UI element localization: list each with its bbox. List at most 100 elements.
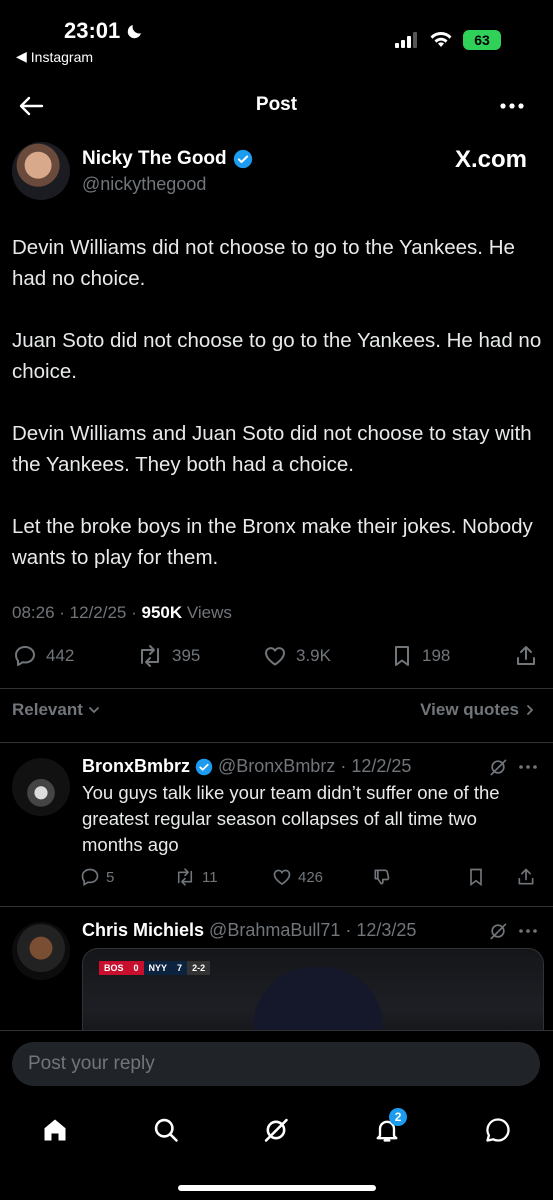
post-paragraph: Let the broke boys in the Bronx make the… (12, 515, 533, 569)
arrow-left-icon (19, 96, 44, 116)
grok-icon[interactable] (487, 757, 509, 777)
chevron-down-icon (88, 707, 99, 714)
nav-messages[interactable] (478, 1110, 518, 1150)
nav-notifications[interactable]: 2 (367, 1108, 408, 1150)
repost-button[interactable]: 395 (136, 644, 262, 668)
nav-home[interactable] (35, 1110, 75, 1150)
share-button[interactable] (514, 644, 538, 668)
back-button[interactable] (18, 94, 44, 118)
reply-date: 12/3/25 (356, 920, 417, 940)
view-count[interactable]: 950K (142, 603, 183, 622)
bookmark-icon (470, 868, 482, 887)
reply-icon (15, 646, 35, 666)
status-time: 23:01 (64, 18, 144, 44)
sort-dropdown[interactable]: Relevant (12, 700, 101, 720)
downvote-button[interactable] (372, 867, 466, 887)
back-triangle-icon: ◀ (16, 48, 27, 64)
more-horizontal-icon[interactable] (517, 921, 539, 941)
post-meta: 08:26 · 12/2/25 · 950K Views (12, 603, 232, 622)
post-actions: 442 395 3.9K 198 (12, 644, 542, 668)
moon-icon (128, 25, 142, 39)
views-label: Views (186, 603, 232, 622)
away-runs: 0 (128, 961, 144, 975)
post-time: 08:26 (12, 603, 55, 622)
share-button[interactable] (516, 867, 536, 887)
reply-handle[interactable]: @BronxBmbrz (218, 756, 335, 777)
reply-count: 442 (46, 646, 75, 665)
grok-icon (265, 1118, 289, 1142)
view-quotes-label: View quotes (420, 700, 519, 719)
reply-placeholder: Post your reply (28, 1053, 155, 1074)
share-icon (518, 868, 534, 885)
nav-grok[interactable] (256, 1110, 296, 1150)
thumbs-down-icon (374, 869, 390, 885)
bottom-nav: 2 (0, 1100, 553, 1160)
reply-author-name[interactable]: BronxBmbrz (82, 756, 190, 777)
signal-icon (395, 32, 417, 48)
message-icon (485, 1118, 510, 1142)
author-name-row[interactable]: Nicky The Good (82, 148, 253, 170)
reply-count: 5 (106, 868, 115, 886)
post-paragraph: Juan Soto did not choose to go to the Ya… (12, 329, 542, 383)
post-paragraph: Devin Williams and Juan Soto did not cho… (12, 422, 532, 476)
search-icon (154, 1118, 178, 1142)
author-handle[interactable]: @nickythegood (82, 174, 206, 195)
reply-input[interactable]: Post your reply (12, 1042, 540, 1086)
bookmark-icon (395, 646, 409, 666)
bookmark-count: 198 (422, 646, 451, 665)
home-team: NYY (143, 961, 173, 975)
grok-icon[interactable] (487, 921, 509, 941)
battery-level: 63 (474, 32, 490, 48)
source-label: X.com (454, 146, 527, 173)
separator-dot: · (345, 920, 352, 940)
more-horizontal-icon[interactable] (517, 757, 539, 777)
status-indicators: 63 (395, 30, 501, 50)
divider (0, 1030, 553, 1031)
away-team: BOS (99, 961, 129, 975)
reply-avatar[interactable] (12, 758, 70, 816)
clock-text: 23:01 (64, 18, 121, 43)
reply-avatar[interactable] (12, 922, 70, 980)
heart-icon (264, 647, 286, 666)
back-to-app-link[interactable]: ◀ Instagram (16, 48, 93, 65)
bookmark-button[interactable]: 198 (390, 644, 514, 668)
verified-badge-icon (233, 149, 252, 169)
like-button[interactable]: 426 (272, 867, 372, 887)
reply-text: You guys talk like your team didn’t suff… (82, 782, 500, 855)
wifi-icon (430, 32, 452, 47)
reply-handle[interactable]: @BrahmaBull71 (209, 920, 340, 941)
post-body: Devin Williams did not choose to go to t… (12, 232, 542, 604)
divider (0, 688, 553, 689)
reply-date: 12/2/25 (351, 756, 412, 776)
view-quotes-link[interactable]: View quotes (420, 700, 537, 720)
like-count: 426 (298, 868, 324, 886)
repost-button[interactable]: 11 (174, 867, 272, 887)
nav-search[interactable] (146, 1110, 186, 1150)
repost-count: 395 (172, 646, 201, 665)
divider (0, 742, 553, 743)
repost-icon (177, 868, 193, 886)
reply-button[interactable]: 5 (80, 867, 174, 887)
reply-header: BronxBmbrz @BronxBmbrz · 12/2/25 (82, 756, 411, 777)
repost-icon (141, 645, 159, 667)
share-icon (517, 646, 535, 665)
reply-icon (81, 868, 99, 886)
author-name: Nicky The Good (82, 148, 227, 169)
divider (0, 906, 553, 907)
reply-button[interactable]: 442 (12, 644, 136, 668)
repost-count: 11 (202, 868, 218, 886)
like-button[interactable]: 3.9K (262, 644, 390, 668)
home-runs: 7 (172, 961, 188, 975)
bookmark-button[interactable] (466, 867, 516, 887)
back-app-label: Instagram (30, 48, 94, 65)
like-count: 3.9K (296, 646, 331, 665)
more-options-button[interactable] (499, 96, 525, 116)
author-avatar[interactable] (12, 142, 70, 200)
post-date: 12/2/25 (69, 603, 127, 622)
verified-badge-icon (195, 758, 213, 775)
reply-header-icons (487, 921, 539, 941)
reply-actions: 5 11 426 (80, 867, 542, 887)
reply-author-name[interactable]: Chris Michiels (82, 920, 204, 941)
reply-header: Chris Michiels @BrahmaBull71 · 12/3/25 (82, 920, 416, 941)
more-horizontal-icon (500, 103, 524, 109)
